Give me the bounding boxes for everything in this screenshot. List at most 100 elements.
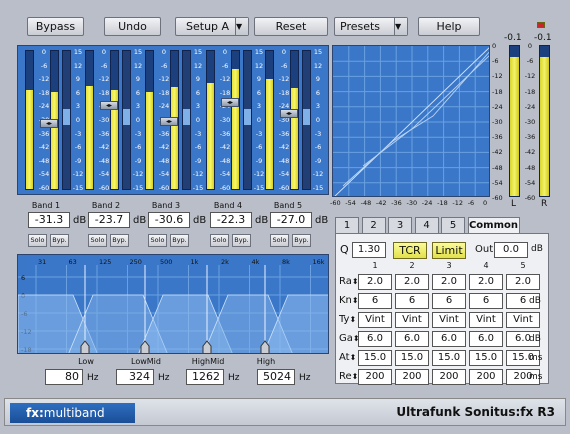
solo-button[interactable]: Solo: [270, 234, 289, 247]
stepper-arrows-icon[interactable]: ⬍: [350, 353, 357, 362]
param-row-label[interactable]: Ty⬍: [339, 314, 359, 325]
param-row-label[interactable]: Kn⬍: [339, 295, 359, 306]
meter-scale-tick: 0: [281, 48, 287, 56]
solo-button[interactable]: Solo: [28, 234, 47, 247]
left-peak-readout: -0.1: [504, 33, 522, 43]
param-value-field[interactable]: Vint: [432, 312, 466, 328]
gr-scale-tick: -12: [253, 170, 265, 179]
bypass-band-button[interactable]: Byp.: [170, 234, 189, 247]
meter-scale-tick: -42: [98, 143, 110, 152]
param-value-field[interactable]: 6.0: [469, 331, 503, 347]
chevron-down-icon[interactable]: ▼: [235, 18, 248, 35]
meter-scale-tick: -42: [278, 143, 290, 152]
threshold-slider-handle[interactable]: ◂▸: [280, 109, 298, 118]
param-row-label[interactable]: At⬍: [339, 352, 359, 363]
tab-band-2[interactable]: 2: [361, 217, 386, 234]
tab-band-4[interactable]: 4: [414, 217, 439, 234]
param-value-field[interactable]: 6.0: [358, 331, 392, 347]
solo-button[interactable]: Solo: [148, 234, 167, 247]
param-row-label[interactable]: Ra⬍: [339, 276, 359, 287]
hz-unit: Hz: [299, 373, 311, 383]
out-gain-field[interactable]: 0.0: [494, 242, 528, 258]
bypass-button[interactable]: Bypass: [27, 17, 84, 36]
crossover-frequency-field[interactable]: 5024: [257, 369, 295, 385]
gr-scale-tick: 12: [193, 61, 203, 70]
param-row-label[interactable]: Ga⬍: [339, 333, 360, 344]
undo-button[interactable]: Undo: [104, 17, 161, 36]
param-value-field[interactable]: 200: [395, 369, 429, 385]
meter-scale-tick: -54: [38, 170, 50, 179]
db-unit: dB: [315, 215, 329, 226]
param-value-field[interactable]: 15.0: [395, 350, 429, 366]
param-value-field[interactable]: 6: [469, 293, 503, 309]
param-value-field[interactable]: 15.0: [358, 350, 392, 366]
param-value-field[interactable]: Vint: [358, 312, 392, 328]
stepper-arrows-icon[interactable]: ⬍: [349, 315, 356, 324]
band-threshold-field[interactable]: -31.3: [28, 212, 70, 228]
tab-band-3[interactable]: 3: [388, 217, 412, 234]
band-threshold-field[interactable]: -22.3: [210, 212, 252, 228]
crossover-frequency-field[interactable]: 80: [45, 369, 83, 385]
param-row-label[interactable]: Re⬍: [339, 371, 359, 382]
output-scale-tick: -36: [524, 133, 536, 142]
threshold-slider-handle[interactable]: ◂▸: [160, 117, 178, 127]
band-threshold-field[interactable]: -27.0: [270, 212, 312, 228]
graph-y-tick: -18: [492, 87, 503, 96]
param-value-field[interactable]: 15.0: [469, 350, 503, 366]
param-value-field[interactable]: Vint: [506, 312, 540, 328]
gr-scale-tick: 12: [254, 61, 264, 70]
param-value-field[interactable]: 2.0: [395, 274, 429, 290]
presets-select[interactable]: Presets ▼: [334, 17, 408, 36]
setup-select[interactable]: Setup A ▼: [175, 17, 249, 36]
crossover-frequency-field[interactable]: 1262: [186, 369, 224, 385]
gr-scale-tick: -6: [74, 143, 82, 152]
param-value-field[interactable]: Vint: [395, 312, 429, 328]
crossover-frequency-field[interactable]: 324: [116, 369, 154, 385]
tab-band-1[interactable]: 1: [335, 217, 359, 234]
param-value-field[interactable]: 6: [358, 293, 392, 309]
band-threshold-field[interactable]: -30.6: [148, 212, 190, 228]
param-value-field[interactable]: 200: [432, 369, 466, 385]
param-value-field[interactable]: 15.0: [432, 350, 466, 366]
gr-scale-tick: 9: [135, 75, 141, 84]
gr-scale-tick: 0: [75, 116, 81, 124]
param-value-field[interactable]: 6: [432, 293, 466, 309]
graph-y-tick: -42: [492, 148, 503, 157]
graph-x-tick: -24: [421, 199, 433, 207]
band-threshold-field[interactable]: -23.7: [88, 212, 130, 228]
solo-button[interactable]: Solo: [210, 234, 229, 247]
param-value-field[interactable]: 6: [395, 293, 429, 309]
output-scale-tick: -30: [524, 118, 536, 126]
param-value-field[interactable]: 2.0: [432, 274, 466, 290]
param-value-field[interactable]: 2.0: [506, 274, 540, 290]
param-value-field[interactable]: 6.0: [432, 331, 466, 347]
gr-scale-tick: 12: [73, 61, 83, 70]
reset-button[interactable]: Reset: [254, 17, 328, 36]
threshold-slider-handle[interactable]: ◂▸: [221, 98, 239, 108]
threshold-slider-handle[interactable]: ◂▸: [100, 101, 118, 111]
param-value-field[interactable]: 2.0: [469, 274, 503, 290]
bypass-band-button[interactable]: Byp.: [292, 234, 311, 247]
param-value-field[interactable]: 6.0: [395, 331, 429, 347]
chevron-down-icon[interactable]: ▼: [394, 18, 407, 35]
param-value-field[interactable]: Vint: [469, 312, 503, 328]
output-scale-tick: -42: [524, 148, 536, 157]
tcr-button[interactable]: TCR: [393, 242, 427, 259]
param-value-field[interactable]: 200: [469, 369, 503, 385]
tab-band-5[interactable]: 5: [441, 217, 465, 234]
limit-button[interactable]: Limit: [432, 242, 466, 259]
output-scale-tick: -54: [524, 178, 536, 187]
bypass-band-button[interactable]: Byp.: [110, 234, 129, 247]
threshold-slider-handle[interactable]: ◂▸: [40, 119, 58, 129]
param-value-field[interactable]: 200: [358, 369, 392, 385]
solo-button[interactable]: Solo: [88, 234, 107, 247]
band-label: Band 2: [91, 201, 121, 210]
q-field[interactable]: 1.30: [352, 242, 386, 258]
param-value-field[interactable]: 2.0: [358, 274, 392, 290]
output-scale-tick: -48: [524, 163, 536, 172]
help-button[interactable]: Help: [418, 17, 480, 36]
gr-scale-tick: -6: [134, 143, 142, 152]
meter-scale-tick: -12: [219, 75, 231, 84]
bypass-band-button[interactable]: Byp.: [232, 234, 251, 247]
bypass-band-button[interactable]: Byp.: [50, 234, 69, 247]
